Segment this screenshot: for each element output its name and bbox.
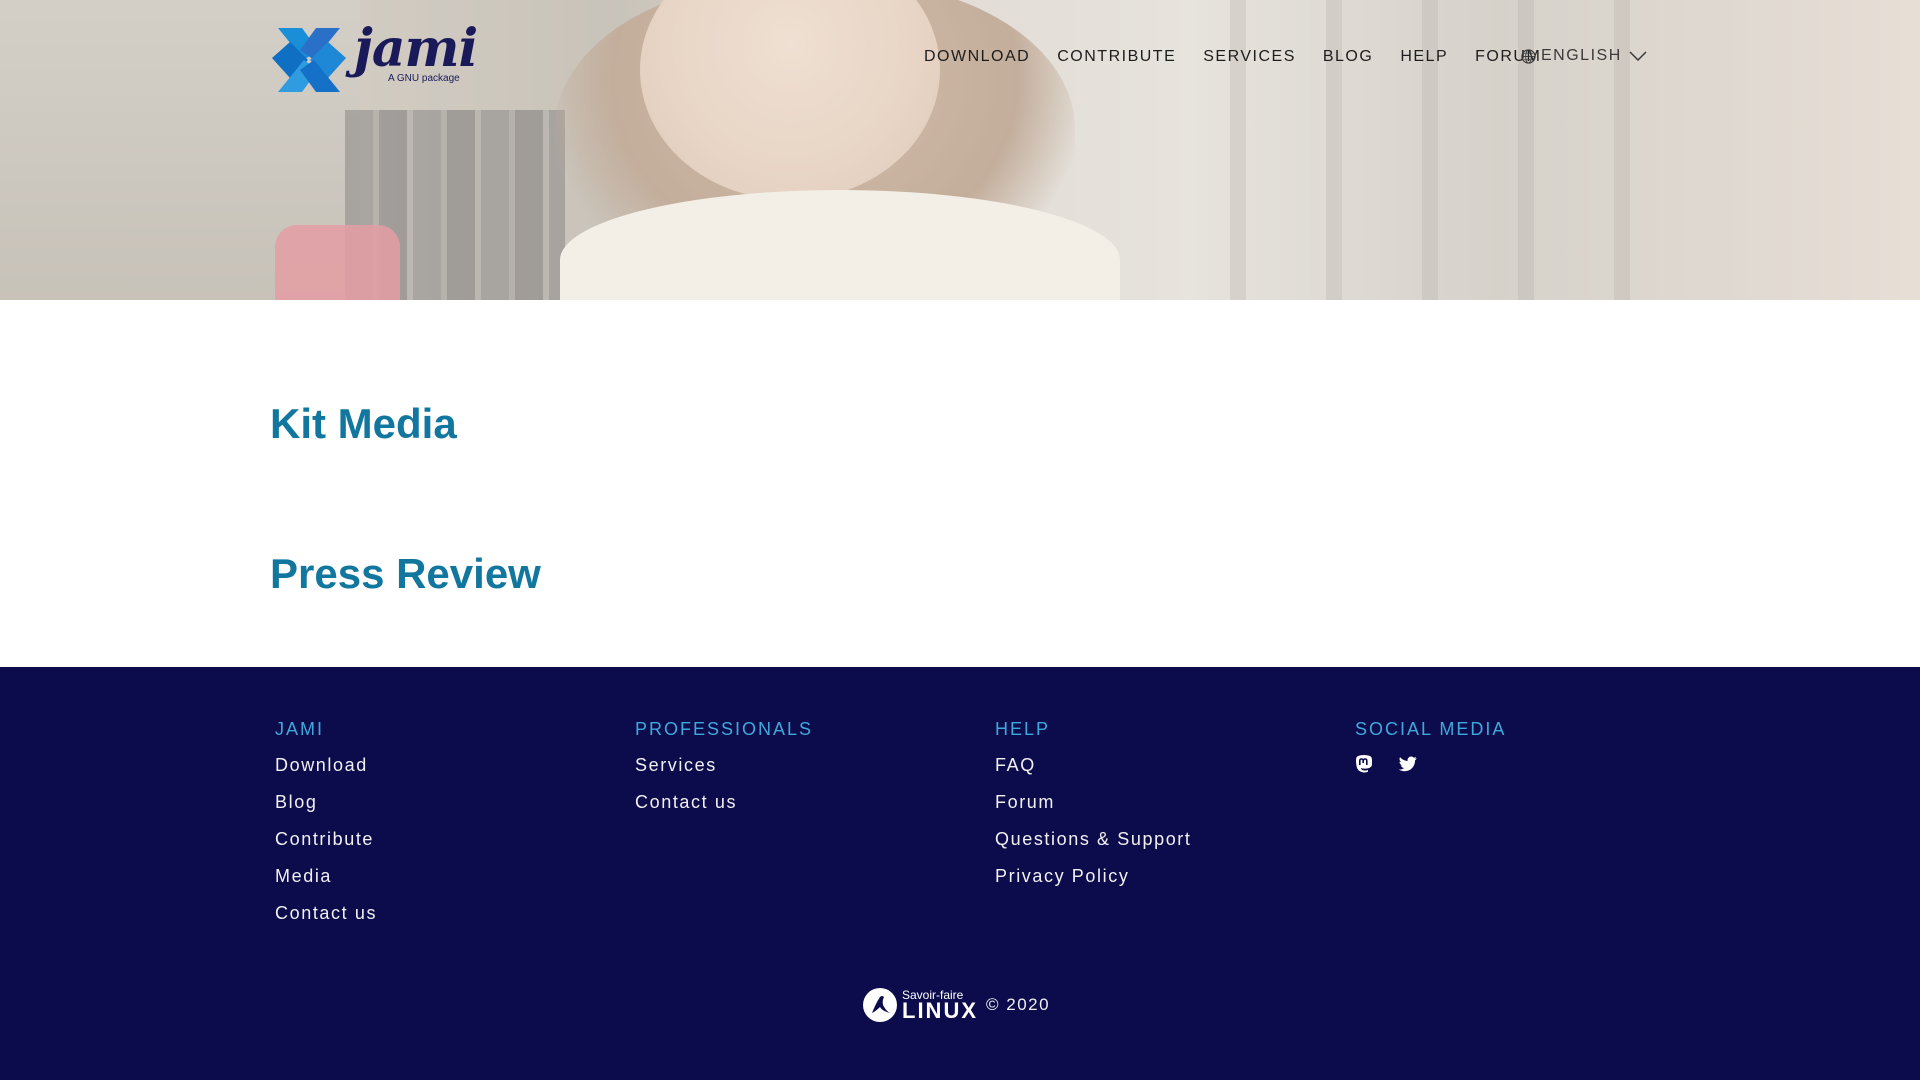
footer-link-faq[interactable]: FAQ bbox=[995, 754, 1192, 791]
sfl-logo-line2: LINUX bbox=[902, 998, 978, 1023]
footer-column-jami: JAMI Download Blog Contribute Media Cont… bbox=[275, 719, 377, 939]
globe-icon bbox=[1521, 48, 1536, 64]
footer-link-questions-support[interactable]: Questions & Support bbox=[995, 828, 1192, 865]
chevron-down-icon bbox=[1629, 51, 1647, 61]
footer-heading-social-media: SOCIAL MEDIA bbox=[1355, 719, 1507, 739]
savoir-faire-linux-logo[interactable]: Savoir-faire LINUX bbox=[862, 987, 978, 1023]
logo-wordmark: jami bbox=[354, 18, 478, 79]
logo-tagline: A GNU package bbox=[388, 73, 460, 84]
savoir-faire-linux-emblem-icon bbox=[863, 988, 897, 1022]
kit-media-heading: Kit Media bbox=[270, 400, 457, 447]
main-nav: DOWNLOAD CONTRIBUTE SERVICES BLOG HELP F… bbox=[924, 48, 1568, 66]
footer-column-professionals: PROFESSIONALS Services Contact us bbox=[635, 719, 813, 828]
language-label: ENGLISH bbox=[1541, 47, 1622, 64]
footer-heading-jami: JAMI bbox=[275, 719, 325, 739]
footer-link-blog[interactable]: Blog bbox=[275, 791, 377, 828]
footer-column-social-media: SOCIAL MEDIA bbox=[1355, 719, 1506, 773]
nav-help[interactable]: HELP bbox=[1400, 48, 1448, 66]
footer-link-media[interactable]: Media bbox=[275, 865, 377, 902]
jami-logo[interactable]: jami A GNU package bbox=[268, 18, 478, 104]
footer-link-contact-us[interactable]: Contact us bbox=[275, 902, 377, 939]
footer-link-pro-contact-us[interactable]: Contact us bbox=[635, 791, 813, 828]
hero-banner: jami A GNU package DOWNLOAD CONTRIBUTE S… bbox=[0, 0, 1920, 300]
press-review-heading: Press Review bbox=[270, 550, 541, 597]
nav-download[interactable]: DOWNLOAD bbox=[924, 48, 1030, 66]
copyright-text: © 2020 bbox=[986, 995, 1051, 1014]
footer-link-contribute[interactable]: Contribute bbox=[275, 828, 377, 865]
footer-heading-help: HELP bbox=[995, 719, 1051, 739]
jami-knot-icon bbox=[272, 28, 346, 92]
mastodon-icon[interactable] bbox=[1355, 754, 1373, 773]
language-selector[interactable]: ENGLISH bbox=[1521, 47, 1652, 65]
copyright-bar: Savoir-faire LINUX © 2020 bbox=[862, 987, 1050, 1023]
social-links bbox=[1355, 754, 1506, 773]
footer-column-help: HELP FAQ Forum Questions & Support Priva… bbox=[995, 719, 1192, 902]
footer-link-download[interactable]: Download bbox=[275, 754, 377, 791]
twitter-icon[interactable] bbox=[1399, 756, 1417, 772]
site-footer: JAMI Download Blog Contribute Media Cont… bbox=[0, 667, 1920, 1080]
footer-link-forum[interactable]: Forum bbox=[995, 791, 1192, 828]
nav-contribute[interactable]: CONTRIBUTE bbox=[1057, 48, 1176, 66]
footer-heading-professionals: PROFESSIONALS bbox=[635, 719, 814, 739]
nav-services[interactable]: SERVICES bbox=[1203, 48, 1296, 66]
footer-link-privacy-policy[interactable]: Privacy Policy bbox=[995, 865, 1192, 902]
nav-blog[interactable]: BLOG bbox=[1323, 48, 1373, 66]
footer-link-services[interactable]: Services bbox=[635, 754, 813, 791]
